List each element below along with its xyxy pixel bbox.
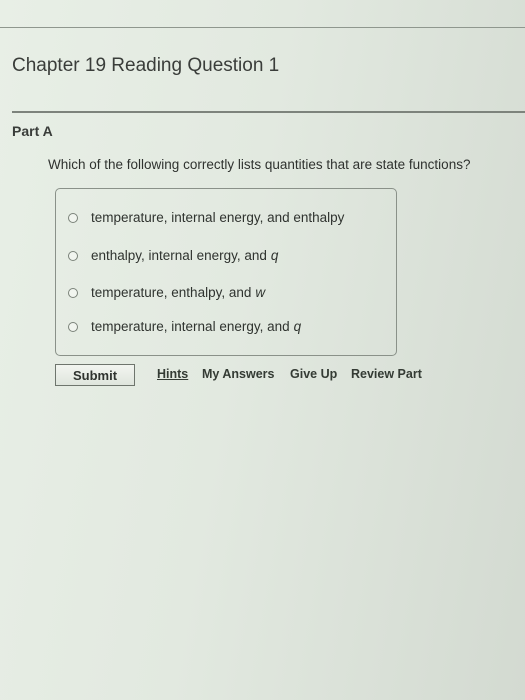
answer-option-2-label: enthalpy, internal energy, and	[91, 248, 267, 263]
answer-option-1-label: temperature, internal energy, and enthal…	[91, 210, 345, 225]
answer-option-3-label: temperature, enthalpy, and	[91, 285, 252, 300]
title-divider	[12, 111, 525, 113]
question-text: Which of the following correctly lists q…	[48, 157, 471, 172]
radio-button-4[interactable]	[68, 321, 78, 332]
answer-option-4[interactable]: temperature, internal energy, and q	[68, 319, 301, 334]
answer-option-4-label: temperature, internal energy, and	[91, 319, 290, 334]
answer-options-box: temperature, internal energy, and enthal…	[55, 188, 397, 356]
answer-option-1[interactable]: temperature, internal energy, and enthal…	[68, 210, 344, 225]
give-up-link[interactable]: Give Up	[290, 367, 337, 381]
part-label: Part A	[12, 123, 53, 139]
radio-button-2[interactable]	[68, 250, 78, 261]
answer-option-3[interactable]: temperature, enthalpy, and w	[68, 285, 265, 300]
my-answers-link[interactable]: My Answers	[202, 367, 274, 381]
answer-option-4-variable: q	[293, 319, 302, 334]
answer-option-3-variable: w	[255, 285, 266, 300]
hints-link[interactable]: Hints	[157, 367, 188, 381]
answer-option-2-variable: q	[270, 248, 279, 263]
review-part-link[interactable]: Review Part	[351, 367, 422, 381]
top-divider	[0, 27, 525, 28]
radio-button-3[interactable]	[68, 287, 78, 298]
page-title: Chapter 19 Reading Question 1	[12, 55, 280, 76]
answer-option-2[interactable]: enthalpy, internal energy, and q	[68, 248, 278, 263]
radio-button-1[interactable]	[68, 212, 78, 223]
submit-button[interactable]: Submit	[55, 364, 135, 386]
